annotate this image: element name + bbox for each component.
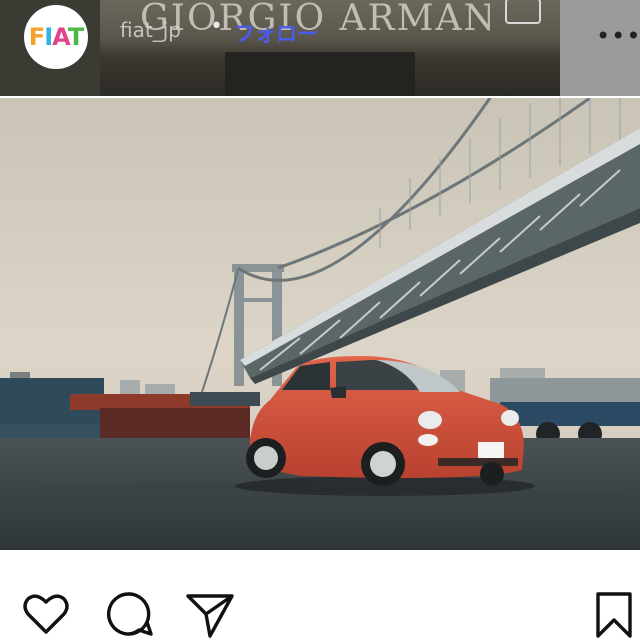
more-options-button[interactable]: •••	[596, 22, 640, 50]
header-background-box	[505, 0, 541, 24]
header-background-door	[225, 52, 415, 96]
bookmark-icon	[596, 592, 632, 638]
fiat-logo: FIAT	[28, 23, 84, 51]
username[interactable]: fiat_jp	[120, 18, 181, 42]
post-image[interactable]	[0, 98, 640, 550]
share-icon	[186, 594, 234, 638]
comment-icon	[106, 592, 153, 636]
avatar[interactable]: FIAT	[24, 5, 88, 69]
heart-icon	[23, 594, 69, 634]
like-button[interactable]	[20, 588, 72, 640]
separator-dot: •	[210, 14, 223, 39]
share-button[interactable]	[184, 588, 236, 640]
action-bar	[0, 560, 640, 640]
post-header: GIORGIO ARMANI FIAT fiat_jp • フォロー •••	[0, 0, 640, 96]
save-button[interactable]	[592, 588, 636, 640]
follow-button[interactable]: フォロー	[234, 18, 318, 48]
comment-button[interactable]	[103, 588, 155, 640]
